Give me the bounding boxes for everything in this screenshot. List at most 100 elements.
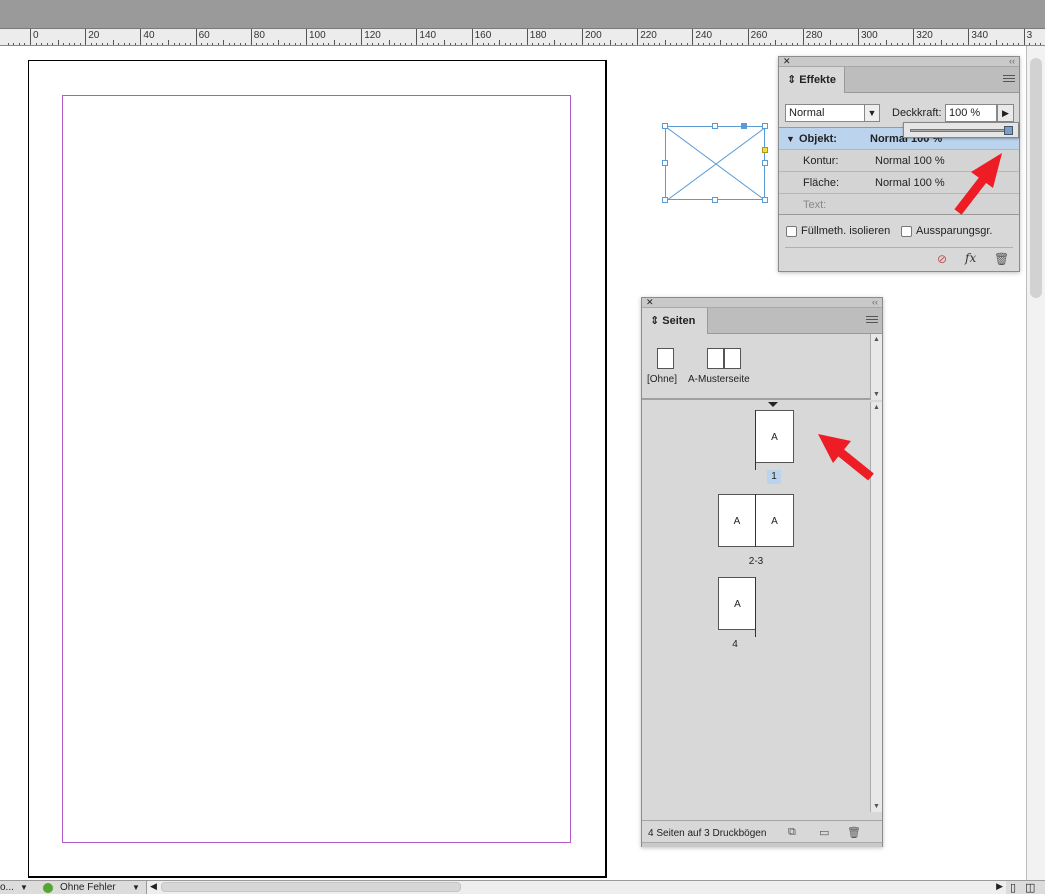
close-icon[interactable]: ✕ (783, 57, 791, 66)
page-thumbnail-1[interactable]: A (756, 410, 794, 463)
chevron-down-icon[interactable]: ▼ (132, 883, 140, 892)
ruler-label: 300 (861, 30, 878, 41)
ruler-label: 20 (88, 30, 100, 41)
tab-effekte[interactable]: ⇕ Effekte (779, 67, 845, 93)
page-size-icon[interactable]: ⧉ (788, 826, 796, 839)
chevron-down-icon[interactable]: ▼ (20, 883, 28, 892)
page-number-1[interactable]: 1 (767, 470, 781, 484)
view-single-icon[interactable]: ▯ (1010, 881, 1016, 894)
effects-panel-titlebar[interactable]: ✕ ‹‹ (779, 57, 1019, 67)
effect-row-fill[interactable]: Fläche: Normal 100 % (779, 172, 1019, 194)
scroll-down-icon[interactable]: ▼ (873, 391, 880, 398)
effects-panel: ✕ ‹‹ ⇕ Effekte Normal ▼ Deckkraft: 100 %… (778, 56, 1020, 272)
blend-mode-select[interactable]: Normal ▼ (785, 104, 880, 122)
frame-handle-b[interactable] (712, 197, 718, 203)
opacity-slider-popup[interactable] (903, 122, 1019, 138)
isolate-blending-label: Füllmeth. isolieren (801, 225, 891, 237)
scroll-up-icon[interactable]: ▲ (873, 336, 880, 343)
spread-label-2-3[interactable]: 2-3 (740, 556, 772, 567)
frame-handle-br[interactable] (762, 197, 768, 203)
frame-handle-l[interactable] (662, 160, 668, 166)
preflight-status-text[interactable]: Ohne Fehler (60, 882, 116, 893)
ruler-label: 220 (640, 30, 657, 41)
isolate-blending-checkbox[interactable] (786, 226, 797, 237)
start-marker-icon (768, 402, 778, 407)
canvas-horizontal-scrollbar[interactable]: ◀ ▶ (146, 881, 1006, 894)
frame-handle-tl[interactable] (662, 123, 668, 129)
trash-icon[interactable]: 🗑 (847, 826, 861, 839)
scrollbar-thumb[interactable] (1030, 58, 1042, 298)
ruler-tick-marks (8, 29, 1041, 45)
page-thumbnail-4[interactable]: A (718, 577, 756, 630)
ruler-label: 0 (33, 30, 39, 41)
graphic-frame-placeholder[interactable] (662, 123, 768, 203)
master-a-right-thumbnail[interactable] (724, 348, 741, 369)
collapse-icon[interactable]: ‹‹ (872, 298, 878, 307)
panel-menu-icon[interactable] (1003, 75, 1015, 84)
frame-handle-content[interactable] (741, 123, 747, 129)
trash-icon[interactable]: 🗑 (994, 252, 1009, 266)
scroll-left-icon[interactable]: ◀ (150, 881, 157, 892)
document-page[interactable] (28, 60, 607, 878)
ruler-label: 100 (309, 30, 326, 41)
updown-icon: ⇕ (787, 74, 800, 86)
control-bar (0, 0, 1045, 29)
effects-target-list: ▼ Objekt: Normal 100 % Kontur: Normal 10… (779, 127, 1019, 215)
scroll-up-icon[interactable]: ▲ (873, 404, 880, 411)
opacity-slider-knob[interactable] (1004, 126, 1013, 135)
ruler-label: 40 (143, 30, 155, 41)
scroll-right-icon[interactable]: ▶ (996, 881, 1003, 892)
spine-1 (755, 410, 756, 470)
preflight-status-icon (43, 883, 53, 893)
scroll-down-icon[interactable]: ▼ (873, 803, 880, 810)
tab-seiten[interactable]: ⇕ Seiten (642, 308, 708, 334)
master-none-label: [Ohne] (647, 374, 678, 385)
fx-icon[interactable]: fx (965, 251, 976, 265)
opacity-slider-toggle[interactable]: ▶ (997, 104, 1014, 122)
view-spread-icon[interactable]: ◫ (1025, 881, 1035, 894)
panel-menu-icon[interactable] (866, 316, 878, 325)
masters-scrollbar[interactable]: ▲ ▼ (870, 334, 882, 400)
effects-tab-row: ⇕ Effekte (779, 67, 1019, 93)
updown-icon: ⇕ (650, 315, 663, 327)
pages-scrollbar[interactable]: ▲ ▼ (870, 402, 882, 812)
status-bar: o... ▼ Ohne Fehler ▼ ◀ ▶ ▯ ◫ (0, 880, 1045, 894)
chevron-down-icon: ▼ (864, 105, 879, 121)
panel-resize-grip[interactable] (642, 842, 882, 847)
effect-row-stroke[interactable]: Kontur: Normal 100 % (779, 150, 1019, 172)
disclosure-triangle-icon[interactable]: ▼ (786, 128, 795, 150)
scrollbar-thumb[interactable] (161, 882, 461, 892)
spine-4 (755, 577, 756, 637)
ruler-label: 180 (529, 30, 547, 41)
pages-panel-titlebar[interactable]: ✕ ‹‹ (642, 298, 882, 308)
ruler-label: 240 (695, 30, 713, 41)
ruler-label: 280 (805, 30, 823, 41)
frame-handle-bl[interactable] (662, 197, 668, 203)
pages-panel: ✕ ‹‹ ⇕ Seiten [Ohne] A-Musterseite ▲ ▼ A (641, 297, 883, 847)
page-thumbnail-2[interactable]: A (718, 494, 756, 547)
pages-count-text: 4 Seiten auf 3 Druckbögen (648, 828, 767, 839)
frame-handle-t[interactable] (712, 123, 718, 129)
page-thumbnail-3[interactable]: A (756, 494, 794, 547)
master-none-thumbnail[interactable] (657, 348, 674, 369)
horizontal-ruler[interactable]: 0 20 40 60 80 100 120 140 160 180 200 220 240 260 280 3… (0, 29, 1045, 46)
close-icon[interactable]: ✕ (646, 298, 654, 307)
opacity-input[interactable]: 100 % (945, 104, 997, 122)
ruler-label: 320 (916, 30, 933, 41)
ruler-label: 80 (253, 30, 265, 41)
frame-cross (666, 127, 766, 201)
opacity-label: Deckkraft: (892, 107, 942, 119)
new-page-icon[interactable]: ▭ (819, 826, 829, 839)
master-a-left-thumbnail[interactable] (707, 348, 724, 369)
frame-handle-r[interactable] (762, 160, 768, 166)
collapse-icon[interactable]: ‹‹ (1009, 57, 1015, 66)
profile-text[interactable]: o... (0, 882, 14, 893)
frame-handle-tr[interactable] (762, 123, 768, 129)
canvas-vertical-scrollbar[interactable] (1026, 46, 1045, 880)
opacity-slider-track[interactable] (910, 129, 1010, 132)
pages-panel-footer: 4 Seiten auf 3 Druckbögen ⧉ ▭ 🗑 (642, 820, 882, 847)
frame-corner-options-handle[interactable] (762, 147, 768, 153)
page-number-4[interactable]: 4 (730, 639, 740, 650)
knockout-group-checkbox[interactable] (901, 226, 912, 237)
clear-effects-icon[interactable]: ⊘ (937, 252, 947, 266)
